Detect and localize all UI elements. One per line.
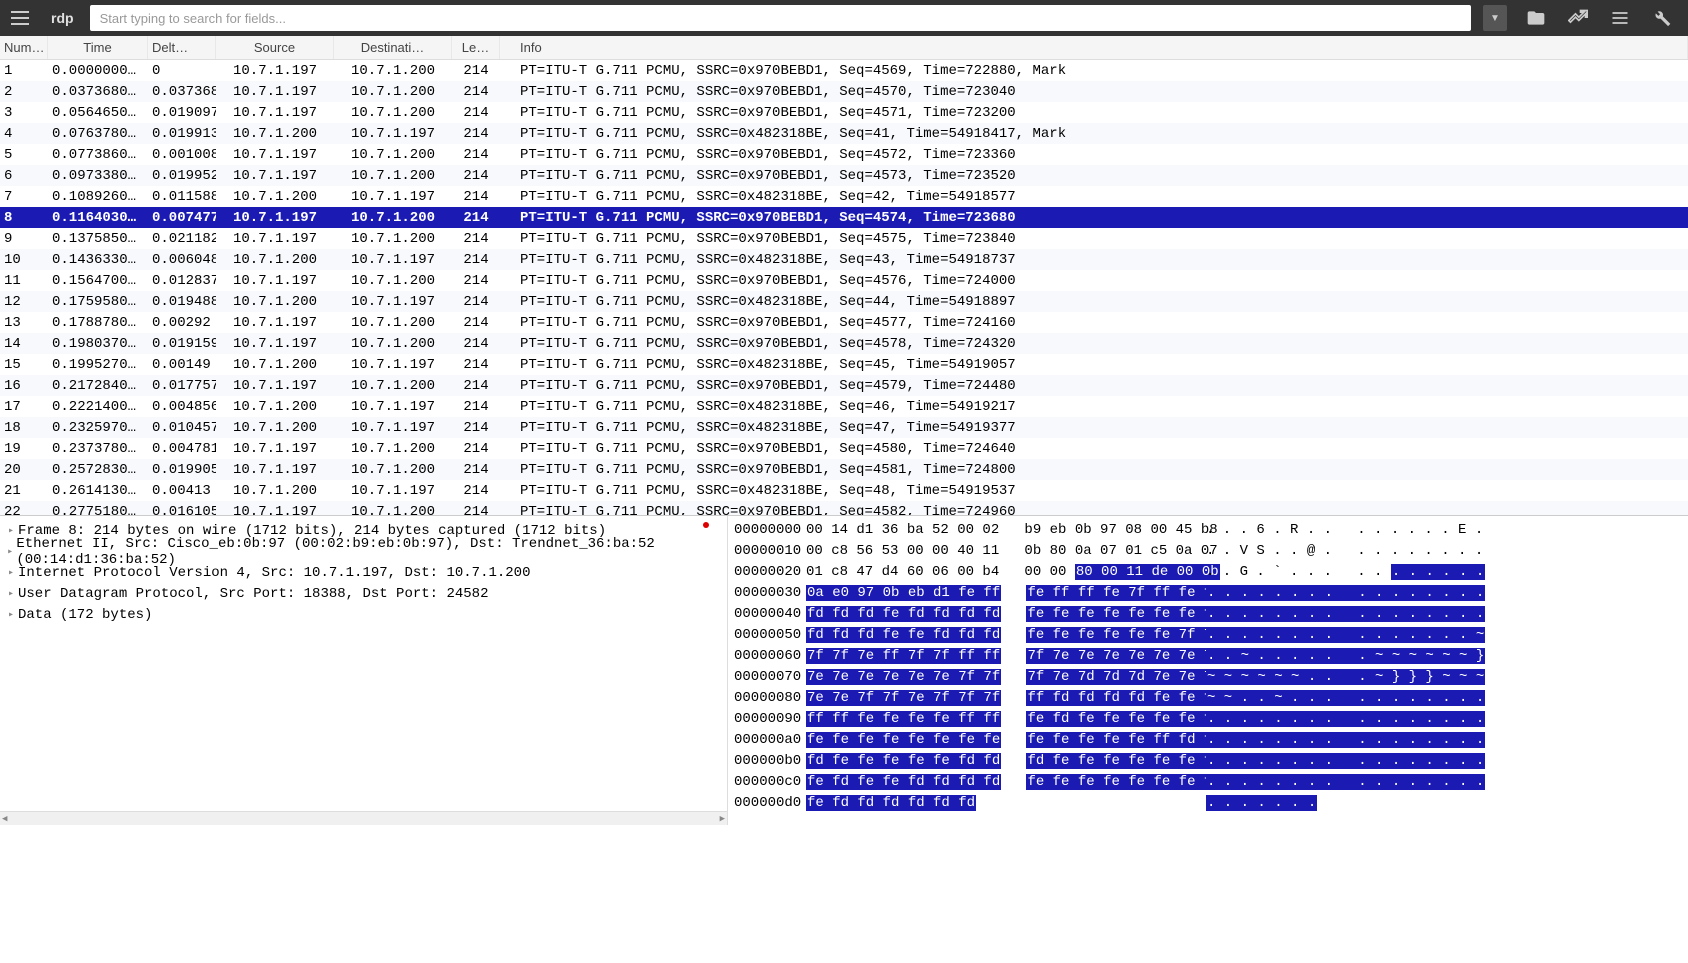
packet-row[interactable]: 120.1759580…0.01948810.7.1.20010.7.1.197… <box>0 291 1688 312</box>
packet-row[interactable]: 20.0373680…0.03736810.7.1.19710.7.1.2002… <box>0 81 1688 102</box>
col-header-len[interactable]: Le… <box>452 36 500 59</box>
scroll-left-icon[interactable]: ◀ <box>2 814 7 824</box>
marker-icon <box>703 522 709 528</box>
packet-row[interactable]: 220.2775180…0.01610510.7.1.19710.7.1.200… <box>0 501 1688 515</box>
main-toolbar: rdp ▼ <box>0 0 1688 36</box>
packet-row[interactable]: 210.2614130…0.0041310.7.1.20010.7.1.1972… <box>0 480 1688 501</box>
packet-row[interactable]: 40.0763780…0.01991310.7.1.20010.7.1.1972… <box>0 123 1688 144</box>
col-header-delta[interactable]: Delt… <box>148 36 216 59</box>
col-header-time[interactable]: Time <box>48 36 148 59</box>
packet-row[interactable]: 160.2172840…0.01775710.7.1.19710.7.1.200… <box>0 375 1688 396</box>
packet-row[interactable]: 10.0000000…010.7.1.19710.7.1.200214PT=IT… <box>0 60 1688 81</box>
chevron-right-icon[interactable]: ▸ <box>4 546 16 558</box>
hex-row[interactable]: 000000a0fe fe fe fe fe fe fe fe fe fe fe… <box>734 730 1682 751</box>
scroll-right-icon[interactable]: ▶ <box>720 814 725 824</box>
chevron-right-icon[interactable]: ▸ <box>4 567 18 579</box>
wrench-icon[interactable] <box>1641 0 1683 36</box>
hex-row[interactable]: 000000707e 7e 7e 7e 7e 7e 7f 7f 7f 7e 7d… <box>734 667 1682 688</box>
packet-row[interactable]: 130.1788780…0.0029210.7.1.19710.7.1.2002… <box>0 312 1688 333</box>
packet-row[interactable]: 100.1436330…0.00604810.7.1.20010.7.1.197… <box>0 249 1688 270</box>
tree-item[interactable]: ▸Ethernet II, Src: Cisco_eb:0b:97 (00:02… <box>0 541 727 562</box>
hex-row[interactable]: 00000050fd fd fd fe fe fd fd fd fe fe fe… <box>734 625 1682 646</box>
list-icon[interactable] <box>1599 0 1641 36</box>
folder-icon[interactable] <box>1515 0 1557 36</box>
packet-row[interactable]: 110.1564700…0.01283710.7.1.19710.7.1.200… <box>0 270 1688 291</box>
hex-row[interactable]: 000000607f 7f 7e ff 7f 7f ff ff 7f 7e 7e… <box>734 646 1682 667</box>
packet-row[interactable]: 150.1995270…0.0014910.7.1.20010.7.1.1972… <box>0 354 1688 375</box>
packet-row[interactable]: 90.1375850…0.02118210.7.1.19710.7.1.2002… <box>0 228 1688 249</box>
packet-row[interactable]: 70.1089260…0.01158810.7.1.20010.7.1.1972… <box>0 186 1688 207</box>
col-header-source[interactable]: Source <box>216 36 334 59</box>
hex-row[interactable]: 0000001000 c8 56 53 00 00 40 11 0b 80 0a… <box>734 541 1682 562</box>
packet-row[interactable]: 170.2221400…0.00485610.7.1.20010.7.1.197… <box>0 396 1688 417</box>
hex-dump[interactable]: 0000000000 14 d1 36 ba 52 00 02 b9 eb 0b… <box>728 516 1688 825</box>
packet-row[interactable]: 140.1980370…0.01915910.7.1.19710.7.1.200… <box>0 333 1688 354</box>
packet-row[interactable]: 50.0773860…0.00100810.7.1.19710.7.1.2002… <box>0 144 1688 165</box>
packet-list[interactable]: Num… Time Delt… Source Destinati… Le… In… <box>0 36 1688 515</box>
detail-pane: ▸Frame 8: 214 bytes on wire (1712 bits),… <box>0 515 1688 825</box>
hex-row[interactable]: 000000c0fe fd fe fe fd fd fd fd fe fe fe… <box>734 772 1682 793</box>
packet-row[interactable]: 80.1164030…0.00747710.7.1.19710.7.1.2002… <box>0 207 1688 228</box>
chevron-right-icon[interactable]: ▸ <box>4 588 18 600</box>
app-title: rdp <box>43 10 82 26</box>
packet-row[interactable]: 200.2572830…0.01990510.7.1.19710.7.1.200… <box>0 459 1688 480</box>
hex-row[interactable]: 0000000000 14 d1 36 ba 52 00 02 b9 eb 0b… <box>734 520 1682 541</box>
packet-row[interactable]: 180.2325970…0.01045710.7.1.20010.7.1.197… <box>0 417 1688 438</box>
chart-icon[interactable] <box>1557 0 1599 36</box>
col-header-num[interactable]: Num… <box>0 36 48 59</box>
tree-item[interactable]: ▸User Datagram Protocol, Src Port: 18388… <box>0 583 727 604</box>
hex-row[interactable]: 00000040fd fd fd fe fd fd fd fd fe fe fe… <box>734 604 1682 625</box>
col-header-info[interactable]: Info <box>500 36 1688 59</box>
hex-row[interactable]: 0000002001 c8 47 d4 60 06 00 b4 00 00 80… <box>734 562 1682 583</box>
tree-item[interactable]: ▸Data (172 bytes) <box>0 604 727 625</box>
hex-row[interactable]: 000000d0fe fd fd fd fd fd fd . . . . . .… <box>734 793 1682 814</box>
search-dropdown-icon[interactable]: ▼ <box>1483 5 1507 31</box>
hex-row[interactable]: 000000300a e0 97 0b eb d1 fe ff fe ff ff… <box>734 583 1682 604</box>
hex-row[interactable]: 000000807e 7e 7f 7f 7e 7f 7f 7f ff fd fd… <box>734 688 1682 709</box>
packet-header: Num… Time Delt… Source Destinati… Le… In… <box>0 36 1688 60</box>
col-header-dest[interactable]: Destinati… <box>334 36 452 59</box>
protocol-tree[interactable]: ▸Frame 8: 214 bytes on wire (1712 bits),… <box>0 516 728 825</box>
hex-row[interactable]: 000000b0fd fe fe fe fe fe fd fd fd fe fe… <box>734 751 1682 772</box>
packet-row[interactable]: 30.0564650…0.01909710.7.1.19710.7.1.2002… <box>0 102 1688 123</box>
packet-row[interactable]: 190.2373780…0.00478110.7.1.19710.7.1.200… <box>0 438 1688 459</box>
menu-icon[interactable] <box>5 3 35 33</box>
hex-row[interactable]: 00000090ff ff fe fe fe fe ff ff fe fd fe… <box>734 709 1682 730</box>
packet-row[interactable]: 60.0973380…0.01995210.7.1.19710.7.1.2002… <box>0 165 1688 186</box>
search-input[interactable] <box>90 5 1471 31</box>
chevron-right-icon[interactable]: ▸ <box>4 609 18 621</box>
